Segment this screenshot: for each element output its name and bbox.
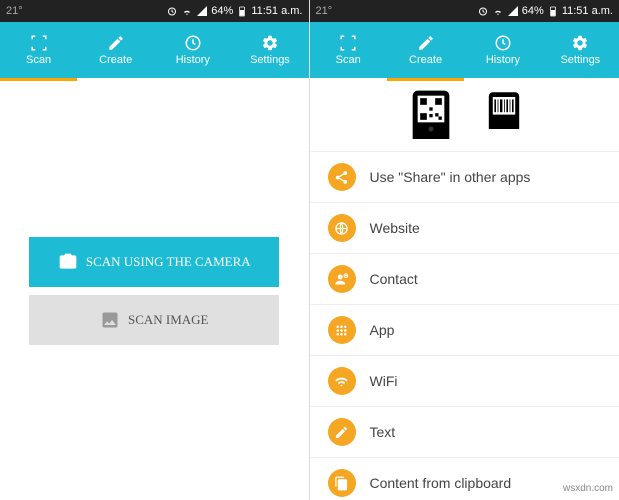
screen-create: 21° 64% 11:51 a.m. Scan Create History S… — [310, 0, 619, 500]
alarm-icon — [166, 5, 178, 17]
wifi-icon — [181, 5, 193, 17]
create-option-clipboard-label: Content from clipboard — [370, 475, 512, 491]
phone-barcode-icon — [479, 89, 529, 129]
create-option-text-label: Text — [370, 424, 396, 440]
create-content: Use "Share" in other apps Website Contac… — [310, 81, 619, 500]
tab-create-label: Create — [99, 54, 132, 66]
tab-history-label: History — [176, 54, 210, 66]
pencil-icon — [107, 34, 125, 52]
tabs: Scan Create History Settings — [310, 22, 619, 78]
tab-scan-label: Scan — [336, 54, 361, 66]
scan-icon — [30, 34, 48, 52]
clipboard-icon — [328, 469, 356, 497]
status-battery: 64% — [522, 5, 544, 17]
scan-camera-button[interactable]: SCAN USING THE CAMERA — [29, 237, 279, 287]
tab-settings[interactable]: Settings — [231, 22, 308, 78]
share-icon — [328, 163, 356, 191]
history-icon — [184, 34, 202, 52]
image-icon — [100, 310, 120, 330]
qr-preview — [310, 81, 619, 152]
tab-history[interactable]: History — [154, 22, 231, 78]
battery-icon — [236, 5, 248, 17]
status-bar: 21° 64% 11:51 a.m. — [310, 0, 619, 22]
gear-icon — [261, 34, 279, 52]
tab-history-label: History — [486, 54, 520, 66]
tab-create[interactable]: Create — [387, 22, 464, 78]
scan-icon — [339, 34, 357, 52]
tab-history[interactable]: History — [464, 22, 541, 78]
tab-scan[interactable]: Scan — [0, 22, 77, 78]
tab-settings[interactable]: Settings — [542, 22, 619, 78]
gear-icon — [571, 34, 589, 52]
create-option-website-label: Website — [370, 220, 420, 236]
create-option-text[interactable]: Text — [310, 407, 619, 458]
create-option-app-label: App — [370, 322, 395, 338]
scan-content: SCAN USING THE CAMERA SCAN IMAGE — [0, 81, 309, 500]
alarm-icon — [477, 5, 489, 17]
create-option-contact-label: Contact — [370, 271, 418, 287]
create-option-wifi[interactable]: WiFi — [310, 356, 619, 407]
globe-icon — [328, 214, 356, 242]
create-option-contact[interactable]: Contact — [310, 254, 619, 305]
contact-icon — [328, 265, 356, 293]
battery-icon — [547, 5, 559, 17]
pencil-icon — [328, 418, 356, 446]
tab-create-label: Create — [409, 54, 442, 66]
phone-qr-icon — [399, 89, 463, 139]
camera-icon — [58, 252, 78, 272]
wifi-icon — [492, 5, 504, 17]
signal-icon — [196, 5, 208, 17]
tab-scan[interactable]: Scan — [310, 22, 387, 78]
apps-icon — [328, 316, 356, 344]
history-icon — [494, 34, 512, 52]
wifi-icon — [328, 367, 356, 395]
scan-image-label: SCAN IMAGE — [128, 312, 209, 328]
status-temp: 21° — [316, 5, 333, 17]
screen-scan: 21° 64% 11:51 a.m. Scan Create History S… — [0, 0, 310, 500]
tab-scan-label: Scan — [26, 54, 51, 66]
status-time: 11:51 a.m. — [251, 5, 302, 17]
tab-settings-label: Settings — [560, 54, 600, 66]
tab-settings-label: Settings — [250, 54, 290, 66]
create-option-wifi-label: WiFi — [370, 373, 398, 389]
status-right: 64% 11:51 a.m. — [166, 5, 302, 17]
signal-icon — [507, 5, 519, 17]
create-option-share[interactable]: Use "Share" in other apps — [310, 152, 619, 203]
watermark: wsxdn.com — [563, 483, 613, 494]
status-temp: 21° — [6, 5, 23, 17]
scan-image-button[interactable]: SCAN IMAGE — [29, 295, 279, 345]
status-bar: 21° 64% 11:51 a.m. — [0, 0, 309, 22]
status-right: 64% 11:51 a.m. — [477, 5, 613, 17]
create-option-share-label: Use "Share" in other apps — [370, 169, 531, 185]
status-battery: 64% — [211, 5, 233, 17]
status-time: 11:51 a.m. — [562, 5, 613, 17]
pencil-icon — [417, 34, 435, 52]
create-option-website[interactable]: Website — [310, 203, 619, 254]
create-option-app[interactable]: App — [310, 305, 619, 356]
tab-create[interactable]: Create — [77, 22, 154, 78]
scan-camera-label: SCAN USING THE CAMERA — [86, 254, 251, 270]
tabs: Scan Create History Settings — [0, 22, 309, 78]
